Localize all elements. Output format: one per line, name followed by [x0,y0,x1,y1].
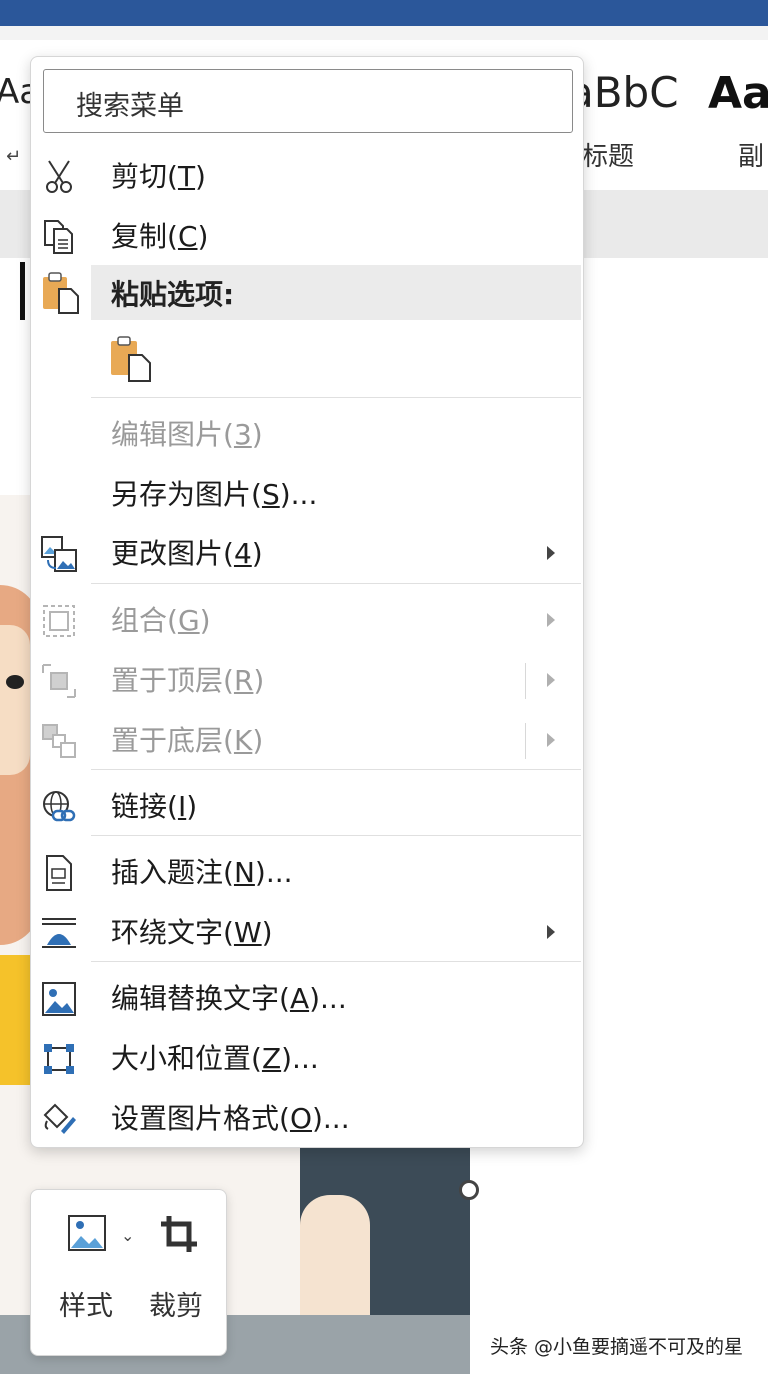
menu-item-bring-to-front[interactable]: 置于顶层(R) [31,651,585,711]
menu-search-placeholder: 搜索菜单 [76,91,184,122]
picture-face [0,625,30,775]
split-divider [525,663,526,699]
style-name-heading: 标题 [582,142,635,172]
menu-separator [91,769,581,770]
paint-bucket-icon [43,1103,76,1134]
size-position-icon [44,1044,74,1074]
mini-toolbar: ⌄ 样式 裁剪 [30,1189,227,1356]
menu-search-input[interactable]: 搜索菜单 [43,69,573,133]
menu-item-edit-picture[interactable]: 编辑图片(3) [31,405,585,465]
menu-separator [91,583,581,584]
change-picture-icon [41,536,77,572]
style-button-label: 样式 [59,1291,113,1322]
menu-item-change-picture[interactable]: 更改图片(4) [31,524,585,584]
caption-icon [46,855,72,891]
menu-separator [91,397,581,398]
paste-icon [43,272,79,314]
menu-separator [91,961,581,962]
crop-icon [161,1216,197,1252]
menu-item-wrap-text[interactable]: 环绕文字(W) [31,903,585,963]
menu-separator [91,835,581,836]
paste-options-header: 粘贴选项: [91,265,581,320]
menu-item-link[interactable]: 链接(I) [31,777,585,837]
menu-item-format-picture[interactable]: 设置图片格式(O)... [31,1089,585,1149]
paste-keep-format-icon[interactable] [109,335,153,383]
menu-item-send-to-back[interactable]: 置于底层(K) [31,711,585,771]
paste-options-label: 粘贴选项: [111,278,235,311]
resize-handle[interactable] [459,1180,479,1200]
context-menu: 搜索菜单 剪切(T) 复制(C) 粘贴选项: 编辑图片(3) 另存为图片(S).… [30,56,584,1148]
text-cursor [20,262,25,320]
menu-item-edit-alt-text[interactable]: 编辑替换文字(A)... [31,969,585,1029]
submenu-arrow-icon [547,673,555,687]
menu-item-copy[interactable]: 复制(C) [31,207,585,267]
submenu-arrow-icon [547,546,555,560]
submenu-arrow-icon [547,925,555,939]
group-icon [43,605,75,637]
alt-text-icon [42,982,76,1016]
watermark: 头条 @小鱼要摘遥不可及的星 [490,1336,744,1358]
link-globe-icon [43,791,76,822]
copy-icon [44,220,73,254]
menu-item-insert-caption[interactable]: 插入题注(N)... [31,843,585,903]
menu-item-cut[interactable]: 剪切(T) [31,147,585,207]
style-preview-title[interactable]: Aa [708,68,768,119]
split-divider [525,723,526,759]
submenu-arrow-icon [547,613,555,627]
style-preview-heading[interactable]: aBbC [568,68,679,117]
title-bar [0,0,768,26]
style-name-subtitle: 副 [738,142,765,172]
crop-button[interactable]: 裁剪 [131,1190,221,1350]
menu-item-group[interactable]: 组合(G) [31,591,585,651]
paragraph-mark: ↵ [6,146,22,167]
picture-style-icon [68,1215,106,1251]
send-to-back-icon [42,724,76,758]
menu-item-size-position[interactable]: 大小和位置(Z)... [31,1029,585,1089]
menu-item-save-as-picture[interactable]: 另存为图片(S)... [31,465,585,525]
wrap-text-icon [42,918,76,948]
bring-to-front-icon [42,664,76,698]
picture-eye [6,675,24,689]
submenu-arrow-icon [547,733,555,747]
crop-button-label: 裁剪 [149,1291,203,1322]
scissors-icon [46,160,72,193]
style-button[interactable]: ⌄ 样式 [41,1190,134,1350]
